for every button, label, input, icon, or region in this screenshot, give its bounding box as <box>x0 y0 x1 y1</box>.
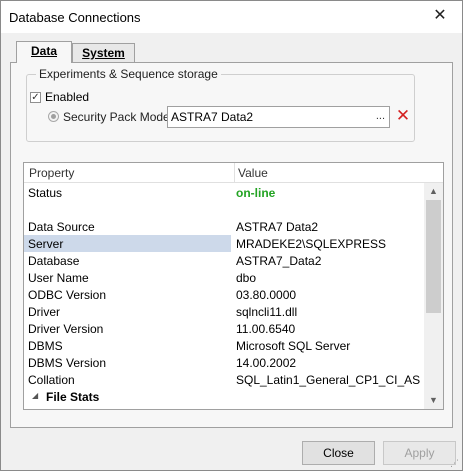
header-value[interactable]: Value <box>238 166 268 180</box>
security-pack-value: ASTRA7 Data2 <box>171 110 254 124</box>
row-key: DBMS <box>28 339 63 353</box>
database-connections-dialog: Database Connections ✕ Data System Exper… <box>0 0 463 471</box>
resize-grip-icon[interactable]: ⋰ <box>450 458 460 468</box>
row-value: sqlncli11.dll <box>236 305 298 319</box>
tab-system-label: System <box>82 46 125 60</box>
enabled-checkbox[interactable]: ✓ <box>30 92 41 103</box>
scroll-thumb[interactable] <box>426 200 441 313</box>
tab-data[interactable]: Data <box>16 41 72 63</box>
row-key: Driver Version <box>28 322 104 336</box>
row-key: Collation <box>28 373 75 387</box>
grid-row-dbms[interactable]: DBMS Microsoft SQL Server <box>24 337 423 354</box>
security-pack-field[interactable]: ASTRA7 Data2 ... <box>167 106 390 128</box>
header-property[interactable]: Property <box>29 166 74 180</box>
browse-button[interactable]: ... <box>376 110 385 122</box>
row-value: 14.00.2002 <box>236 356 297 370</box>
row-key: Status <box>28 186 63 200</box>
grid-row-status[interactable]: Status on-line <box>24 184 423 201</box>
scroll-down-arrow-icon[interactable]: ▼ <box>424 392 443 409</box>
row-key: ODBC Version <box>28 288 107 302</box>
close-button[interactable]: Close <box>302 441 375 465</box>
grid-row-odbc-version[interactable]: ODBC Version 03.80.0000 <box>24 286 423 303</box>
grid-row-database[interactable]: Database ASTRA7_Data2 <box>24 252 423 269</box>
tab-system[interactable]: System <box>72 43 135 63</box>
grid-section-file-stats[interactable]: ◢ File Stats <box>24 388 423 405</box>
collapse-triangle-icon[interactable]: ◢ <box>32 391 38 400</box>
row-key: User Name <box>28 271 89 285</box>
storage-group-title: Experiments & Sequence storage <box>36 67 221 81</box>
grid-row-data-source[interactable]: Data Source ASTRA7 Data2 <box>24 218 423 235</box>
clear-pack-icon[interactable]: ✕ <box>394 106 412 126</box>
status-value: on-line <box>236 186 276 200</box>
window-title: Database Connections <box>9 10 141 25</box>
row-value: 03.80.0000 <box>236 288 297 302</box>
row-value: 11.00.6540 <box>236 322 296 336</box>
title-bar[interactable]: Database Connections ✕ <box>1 1 462 33</box>
row-key: Server <box>28 237 64 251</box>
security-pack-mode-label[interactable]: Security Pack Mode <box>63 110 170 124</box>
apply-button[interactable]: Apply <box>383 441 456 465</box>
grid-row-user-name[interactable]: User Name dbo <box>24 269 423 286</box>
grid-row-driver-version[interactable]: Driver Version 11.00.6540 <box>24 320 423 337</box>
grid-row-server[interactable]: Server MRADEKE2\SQLEXPRESS <box>24 235 423 252</box>
grid-row-dbms-version[interactable]: DBMS Version 14.00.2002 <box>24 354 423 371</box>
grid-row-driver[interactable]: Driver sqlncli11.dll <box>24 303 423 320</box>
property-grid[interactable]: Property Value Status on-line Data Sourc… <box>23 162 444 410</box>
grid-header: Property Value <box>24 163 443 183</box>
row-key: DBMS Version <box>28 356 107 370</box>
grid-row-blank[interactable] <box>24 201 423 218</box>
row-key: Database <box>28 254 80 268</box>
close-window-icon[interactable]: ✕ <box>418 1 462 31</box>
header-divider[interactable] <box>234 163 235 183</box>
row-value: Microsoft SQL Server <box>236 339 351 353</box>
tab-data-label: Data <box>30 44 57 58</box>
section-label: File Stats <box>46 390 100 404</box>
row-key: Data Source <box>28 220 95 234</box>
row-value: MRADEKE2\SQLEXPRESS <box>236 237 387 251</box>
grid-row-collation[interactable]: Collation SQL_Latin1_General_CP1_CI_AS <box>24 371 423 388</box>
row-value: SQL_Latin1_General_CP1_CI_AS <box>236 373 421 387</box>
grid-scrollbar[interactable]: ▲ ▼ <box>424 183 443 409</box>
row-value: ASTRA7_Data2 <box>236 254 322 268</box>
security-pack-mode-radio[interactable] <box>48 111 59 122</box>
row-value: ASTRA7 Data2 <box>236 220 319 234</box>
scroll-up-arrow-icon[interactable]: ▲ <box>424 183 443 200</box>
enabled-label[interactable]: Enabled <box>45 90 89 104</box>
row-key: Driver <box>28 305 60 319</box>
row-value: dbo <box>236 271 257 285</box>
